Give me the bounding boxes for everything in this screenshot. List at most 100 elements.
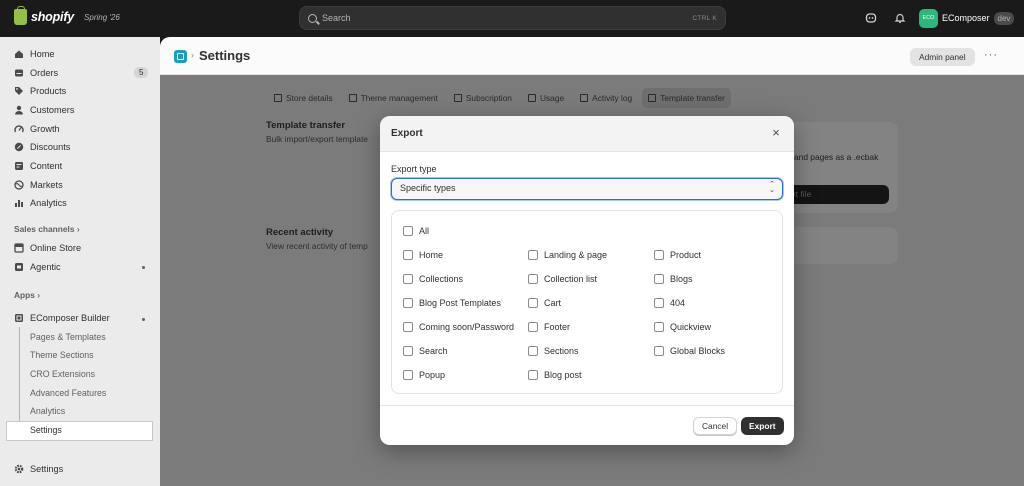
sidebar-subitem-settings[interactable]: Settings: [30, 425, 62, 435]
sidebar-item-ecomposer-builder[interactable]: EComposer Builder: [14, 310, 110, 326]
checkbox-label: All: [419, 226, 430, 236]
apps-heading[interactable]: Apps ›: [14, 290, 40, 300]
checkbox-sections[interactable]: Sections: [528, 345, 579, 357]
sidebar-subitem-cro-extensions[interactable]: CRO Extensions: [30, 369, 95, 379]
sidebar-subitem-pages-templates[interactable]: Pages & Templates: [30, 332, 106, 342]
checkbox-box[interactable]: [528, 322, 538, 332]
checkbox-box[interactable]: [654, 298, 664, 308]
app-more-icon[interactable]: [142, 318, 145, 321]
checkbox-blogs[interactable]: Blogs: [654, 273, 693, 285]
sidebar-item-settings[interactable]: Settings: [14, 461, 63, 477]
tab-store-details[interactable]: Store details: [268, 88, 339, 108]
checkbox-collections[interactable]: Collections: [403, 273, 463, 285]
checkbox-landing-page[interactable]: Landing & page: [528, 249, 607, 261]
cancel-button[interactable]: Cancel: [693, 417, 738, 435]
checkbox-blog-post[interactable]: Blog post: [528, 369, 582, 381]
edition-label: Spring '26: [84, 12, 120, 22]
tab-theme-management[interactable]: Theme management: [343, 88, 444, 108]
tab-subscription[interactable]: Subscription: [448, 88, 518, 108]
checkbox-box[interactable]: [403, 298, 413, 308]
globe-icon: [14, 180, 24, 190]
ecomposer-app-icon[interactable]: [174, 50, 187, 63]
checkbox-blog-post-templates[interactable]: Blog Post Templates: [403, 297, 501, 309]
checkbox-box[interactable]: [528, 250, 538, 260]
checkbox-box[interactable]: [528, 370, 538, 380]
admin-panel-button[interactable]: Admin panel: [910, 48, 975, 66]
checkbox-label: Global Blocks: [670, 346, 726, 356]
sidebar-subitem-analytics[interactable]: Analytics: [30, 406, 65, 416]
checkbox-product[interactable]: Product: [654, 249, 701, 261]
agentic-more-icon[interactable]: [142, 266, 145, 269]
checkbox-quickview[interactable]: Quickview: [654, 321, 711, 333]
checkbox-box[interactable]: [403, 226, 413, 236]
agentic-icon: [14, 262, 24, 272]
sidekick-icon[interactable]: [865, 12, 877, 24]
bell-icon[interactable]: [894, 12, 906, 24]
sidebar: Home Orders 5 Products Customers Growth …: [0, 37, 160, 486]
sidebar-item-markets[interactable]: Markets: [14, 177, 63, 193]
chevron-right-icon: ›: [74, 224, 80, 234]
checkbox-footer[interactable]: Footer: [528, 321, 570, 333]
export-button[interactable]: Export: [741, 417, 784, 435]
checkbox-search[interactable]: Search: [403, 345, 448, 357]
shopify-logo[interactable]: shopify Spring '26: [14, 6, 120, 25]
checkbox-box[interactable]: [528, 274, 538, 284]
search-input[interactable]: Search CTRL K: [299, 6, 726, 30]
person-icon: [14, 105, 24, 115]
sidebar-subitem-theme-sections[interactable]: Theme Sections: [30, 350, 94, 360]
sidebar-item-content[interactable]: Content: [14, 158, 62, 174]
import-file-button[interactable]: rt file: [788, 185, 889, 204]
tab-template-transfer[interactable]: Template transfer: [642, 88, 731, 108]
sales-channels-label: Sales channels: [14, 224, 75, 234]
checkbox-global-blocks[interactable]: Global Blocks: [654, 345, 725, 357]
checkbox-box[interactable]: [528, 346, 538, 356]
tab-usage[interactable]: Usage: [522, 88, 570, 108]
tab-label: Activity log: [592, 93, 633, 103]
checkbox-all[interactable]: All: [403, 225, 429, 237]
sidebar-item-customers[interactable]: Customers: [14, 102, 74, 118]
export-type-select[interactable]: Specific types ⌃ ⌄: [391, 178, 783, 200]
orders-count-badge: 5: [134, 67, 149, 78]
sidebar-subitem-advanced-features[interactable]: Advanced Features: [30, 388, 106, 398]
checkbox-label: Sections: [544, 346, 579, 356]
checkbox-home[interactable]: Home: [403, 249, 443, 261]
home-icon: [14, 49, 24, 59]
checkbox-box[interactable]: [403, 250, 413, 260]
page-header: › Settings Admin panel ···: [160, 37, 1024, 75]
checkbox-label: Blog Post Templates: [419, 298, 501, 308]
checkbox-box[interactable]: [528, 298, 538, 308]
sidebar-item-agentic[interactable]: Agentic: [14, 259, 61, 275]
checkbox-coming-soon-password[interactable]: Coming soon/Password: [403, 321, 514, 333]
checkbox-label: Coming soon/Password: [419, 322, 515, 332]
sidebar-item-growth[interactable]: Growth: [14, 121, 60, 137]
store-menu[interactable]: ECO EComposer dev: [919, 8, 1015, 28]
sidebar-item-analytics[interactable]: Analytics: [14, 195, 67, 211]
checkbox-label: Collections: [419, 274, 464, 284]
checkbox-box[interactable]: [654, 274, 664, 284]
chevron-right-icon: ›: [34, 290, 41, 300]
sidebar-item-discounts[interactable]: Discounts: [14, 139, 70, 155]
checkbox-404[interactable]: 404: [654, 297, 685, 309]
sidebar-item-home[interactable]: Home: [14, 46, 55, 62]
checkbox-box[interactable]: [403, 370, 413, 380]
recent-activity-description: View recent activity of temp: [266, 241, 368, 251]
checkbox-popup[interactable]: Popup: [403, 369, 445, 381]
checkbox-box[interactable]: [654, 346, 664, 356]
checkbox-box[interactable]: [403, 346, 413, 356]
template-transfer-title: Template transfer: [266, 120, 346, 131]
checkbox-cart[interactable]: Cart: [528, 297, 561, 309]
checkbox-collection-list[interactable]: Collection list: [528, 273, 597, 285]
close-icon[interactable]: ×: [769, 126, 783, 140]
tab-activity-log[interactable]: Activity log: [574, 88, 638, 108]
checkbox-box[interactable]: [654, 322, 664, 332]
sidebar-item-online-store[interactable]: Online Store: [14, 240, 81, 256]
sidebar-item-orders[interactable]: Orders: [14, 65, 58, 81]
checkbox-box[interactable]: [403, 274, 413, 284]
tree-line: [19, 327, 20, 430]
sidebar-item-products[interactable]: Products: [14, 83, 66, 99]
checkbox-box[interactable]: [403, 322, 413, 332]
more-actions-icon[interactable]: ···: [982, 48, 1000, 66]
top-bar: shopify Spring '26 Search CTRL K ECO ECo…: [0, 0, 1024, 37]
checkbox-box[interactable]: [654, 250, 664, 260]
sales-channels-heading[interactable]: Sales channels ›: [14, 224, 80, 234]
